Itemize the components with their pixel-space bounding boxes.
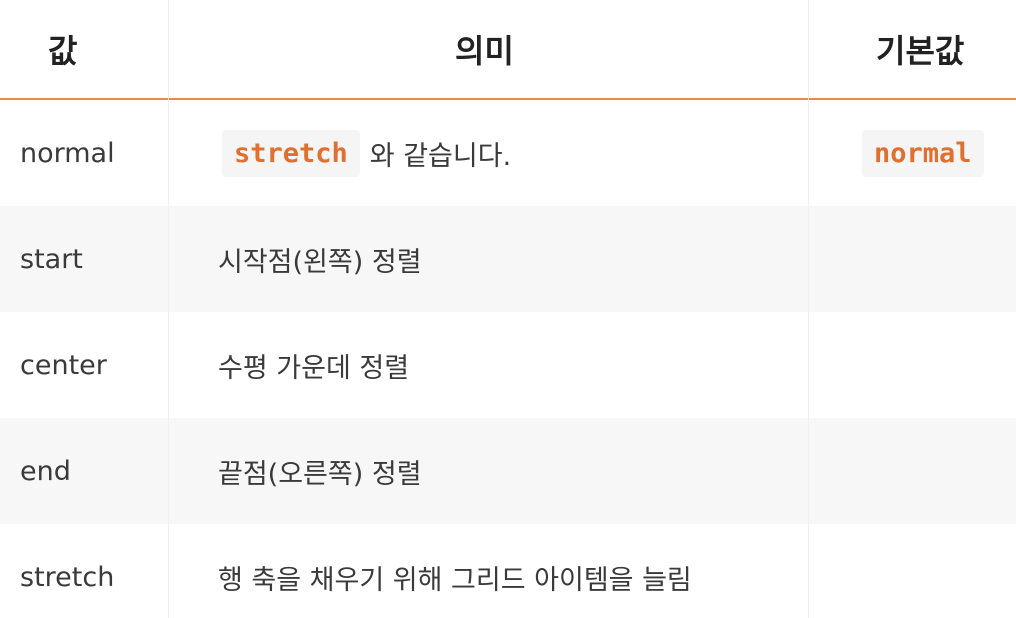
default-cell: normal xyxy=(862,100,984,206)
table-row: start 시작점(왼쪽) 정렬 xyxy=(0,206,1016,312)
meaning-cell: 행 축을 채우기 위해 그리드 아이템을 늘림 xyxy=(218,564,692,596)
header-default: 기본값 xyxy=(876,32,965,70)
value-cell: normal xyxy=(20,137,115,169)
meaning-cell: 수평 가운데 정렬 xyxy=(218,352,410,384)
table-row: center 수평 가운데 정렬 xyxy=(0,312,1016,418)
meaning-text: 와 같습니다. xyxy=(369,140,512,172)
value-cell: center xyxy=(20,349,107,381)
value-cell: end xyxy=(20,455,71,487)
meaning-cell: stretch 와 같습니다. xyxy=(222,100,511,206)
value-cell: start xyxy=(20,243,83,275)
value-cell: stretch xyxy=(20,561,115,593)
table-row: end 끝점(오른쪽) 정렬 xyxy=(0,418,1016,524)
meaning-cell: 시작점(왼쪽) 정렬 xyxy=(218,246,422,278)
code-snippet: stretch xyxy=(222,129,360,177)
property-values-table: 값 의미 기본값 normal stretch 와 같습니다. normal s… xyxy=(0,0,1016,618)
table-row: stretch 행 축을 채우기 위해 그리드 아이템을 늘림 xyxy=(0,524,1016,618)
meaning-cell: 끝점(오른쪽) 정렬 xyxy=(218,458,422,490)
column-divider xyxy=(168,0,169,618)
table-header: 값 의미 기본값 xyxy=(0,0,1016,100)
column-divider xyxy=(808,0,809,618)
default-code: normal xyxy=(862,129,984,177)
header-value: 값 xyxy=(48,32,78,70)
header-meaning: 의미 xyxy=(455,32,514,70)
table-row: normal stretch 와 같습니다. normal xyxy=(0,100,1016,206)
